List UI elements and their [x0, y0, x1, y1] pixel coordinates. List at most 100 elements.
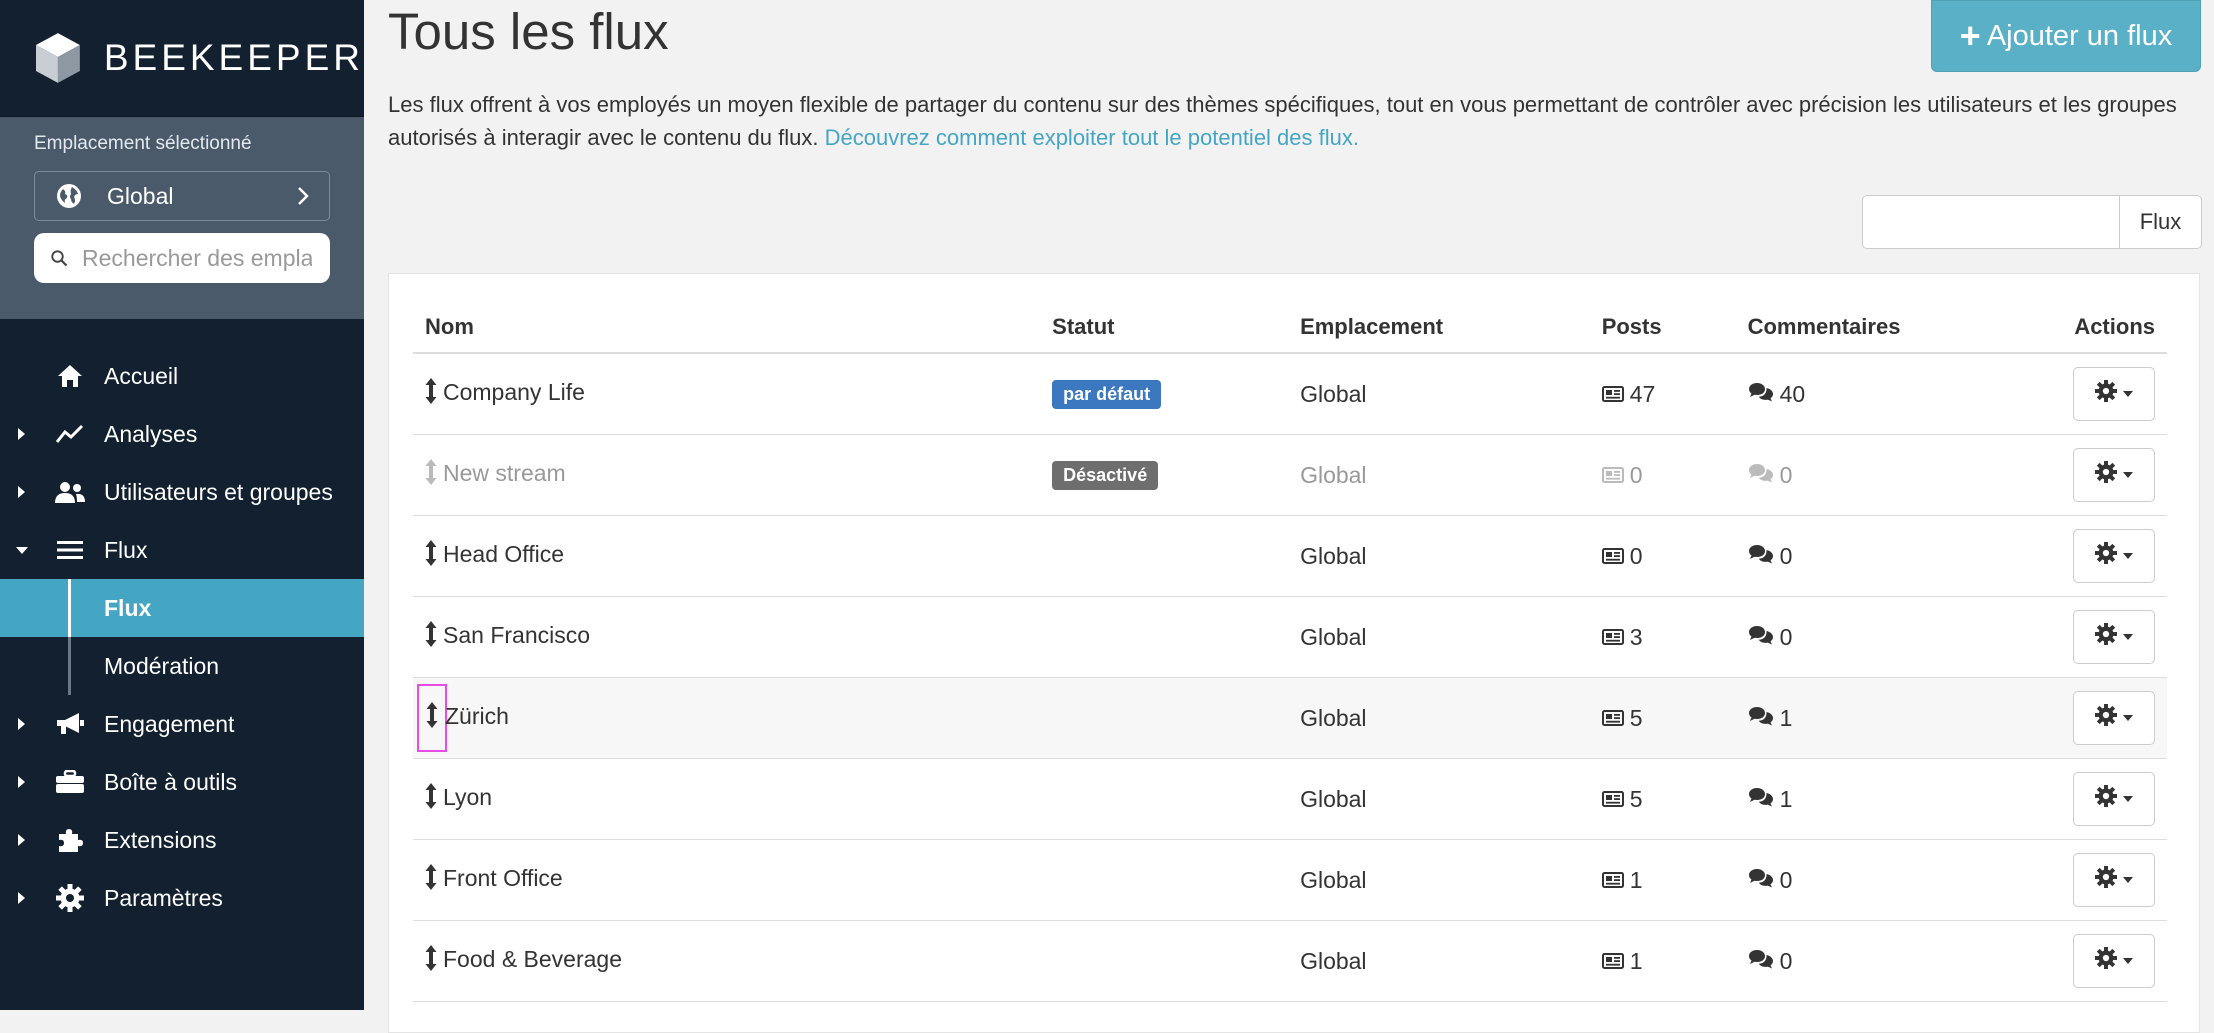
table-row[interactable]: Zürich Global 5 1 — [413, 677, 2167, 759]
newspaper-icon — [1601, 948, 1630, 975]
nav-label-toolbox: Boîte à outils — [104, 768, 237, 795]
cell-posts: 47 — [1589, 353, 1736, 435]
cell-actions — [2061, 758, 2167, 840]
nav-item-home[interactable]: Accueil — [0, 347, 364, 405]
location-selector[interactable]: Global — [34, 171, 330, 221]
cell-comments: 0 — [1735, 596, 2061, 678]
caret-right-icon — [18, 718, 25, 730]
table-row[interactable]: New stream Désactivé Global 0 0 — [413, 434, 2167, 516]
row-actions-button[interactable] — [2073, 772, 2155, 826]
row-actions-button[interactable] — [2073, 853, 2155, 907]
cell-posts: 1 — [1589, 839, 1736, 921]
nav-item-flux[interactable]: Flux — [0, 521, 364, 579]
drag-handle-icon[interactable] — [425, 378, 437, 410]
cell-location: Global — [1288, 920, 1590, 1002]
table-row[interactable]: Food & Beverage Global 1 0 — [413, 920, 2167, 1002]
caret-down-icon — [2123, 472, 2133, 478]
caret-down-icon — [2123, 796, 2133, 802]
nav-label-flux-sub: Flux — [104, 594, 152, 621]
comments-icon — [1748, 705, 1780, 732]
drag-handle-icon[interactable] — [417, 684, 447, 752]
drag-handle-icon[interactable] — [425, 864, 437, 896]
nav-item-engagement[interactable]: Engagement — [0, 695, 364, 753]
intro-text: Les flux offrent à vos employés un moyen… — [388, 88, 2214, 154]
nav-item-toolbox[interactable]: Boîte à outils — [0, 753, 364, 811]
row-actions-button[interactable] — [2073, 448, 2155, 502]
stream-search-input[interactable] — [1862, 195, 2120, 249]
comments-count: 0 — [1779, 947, 1793, 974]
add-stream-button[interactable]: + Ajouter un flux — [1931, 0, 2201, 72]
newspaper-icon — [1601, 381, 1630, 408]
row-actions-button[interactable] — [2073, 367, 2155, 421]
nav-subitem-flux[interactable]: Flux — [0, 579, 364, 637]
comments-icon — [1748, 786, 1780, 813]
comments-icon — [1748, 624, 1780, 651]
drag-handle-icon[interactable] — [425, 945, 437, 977]
location-search[interactable] — [34, 233, 330, 283]
table-row[interactable]: Company Life par défaut Global 47 40 — [413, 353, 2167, 435]
location-search-input[interactable] — [80, 243, 314, 273]
stream-name: Zürich — [445, 703, 509, 730]
col-header-name[interactable]: Nom — [413, 302, 1041, 354]
row-actions-button[interactable] — [2073, 691, 2155, 745]
posts-count: 5 — [1629, 785, 1643, 812]
comments-count: 1 — [1779, 704, 1793, 731]
learn-more-link[interactable]: Découvrez comment exploiter tout le pote… — [825, 125, 1359, 150]
cell-name: Food & Beverage — [413, 920, 1041, 1002]
drag-handle-icon[interactable] — [425, 783, 437, 815]
subnav-indicator — [68, 637, 71, 695]
stream-name: Food & Beverage — [443, 946, 623, 973]
plus-icon: + — [1959, 15, 1981, 56]
cell-status: Désactivé — [1040, 434, 1289, 516]
page-title: Tous les flux — [388, 3, 669, 60]
nav-label-settings: Paramètres — [104, 884, 223, 911]
brand[interactable]: BEEKEEPER — [0, 0, 364, 117]
sidebar: BEEKEEPER Emplacement sélectionné Global… — [0, 0, 364, 1010]
nav-item-extensions[interactable]: Extensions — [0, 811, 364, 869]
cell-name: Zürich — [413, 677, 1041, 759]
nav-item-settings[interactable]: Paramètres — [0, 869, 364, 927]
subnav-indicator — [68, 579, 71, 637]
caret-down-icon — [2123, 391, 2133, 397]
search-icon — [51, 250, 68, 267]
table-row[interactable]: Lyon Global 5 1 — [413, 758, 2167, 840]
newspaper-icon — [1601, 462, 1630, 489]
stream-search: Flux — [1862, 195, 2202, 249]
cell-location: Global — [1288, 839, 1590, 921]
caret-down-icon — [2123, 634, 2133, 640]
table-row[interactable]: San Francisco Global 3 0 — [413, 596, 2167, 678]
caret-down-icon — [2123, 958, 2133, 964]
row-actions-button[interactable] — [2073, 934, 2155, 988]
cell-name: Front Office — [413, 839, 1041, 921]
drag-handle-icon[interactable] — [425, 459, 437, 491]
chevron-right-icon — [298, 187, 309, 205]
caret-down-icon — [2123, 553, 2133, 559]
posts-count: 3 — [1629, 623, 1643, 650]
nav-item-analytics[interactable]: Analyses — [0, 405, 364, 463]
nav-subitem-moderation[interactable]: Modération — [0, 637, 364, 695]
row-actions-button[interactable] — [2073, 529, 2155, 583]
comments-count: 1 — [1779, 785, 1793, 812]
stream-search-button[interactable]: Flux — [2120, 195, 2202, 249]
cell-actions — [2061, 515, 2167, 597]
nav-item-users[interactable]: Utilisateurs et groupes — [0, 463, 364, 521]
nav-label-moderation: Modération — [104, 652, 220, 679]
cell-posts: 5 — [1589, 758, 1736, 840]
newspaper-icon — [1601, 543, 1630, 570]
comments-count: 0 — [1779, 866, 1793, 893]
drag-handle-icon[interactable] — [425, 621, 437, 653]
posts-count: 0 — [1629, 542, 1643, 569]
chart-line-icon — [54, 418, 86, 450]
drag-handle-icon[interactable] — [425, 540, 437, 572]
main-content: Tous les flux + Ajouter un flux Les flux… — [364, 0, 2214, 1033]
globe-icon — [57, 184, 81, 208]
cell-posts: 3 — [1589, 596, 1736, 678]
comments-count: 40 — [1779, 380, 1806, 407]
toolbox-icon — [54, 766, 86, 798]
table-row[interactable]: Front Office Global 1 0 — [413, 839, 2167, 921]
row-actions-button[interactable] — [2073, 610, 2155, 664]
cell-location: Global — [1288, 677, 1590, 759]
col-header-posts: Posts — [1589, 302, 1736, 354]
table-row[interactable]: Head Office Global 0 0 — [413, 515, 2167, 597]
comments-icon — [1748, 867, 1780, 894]
